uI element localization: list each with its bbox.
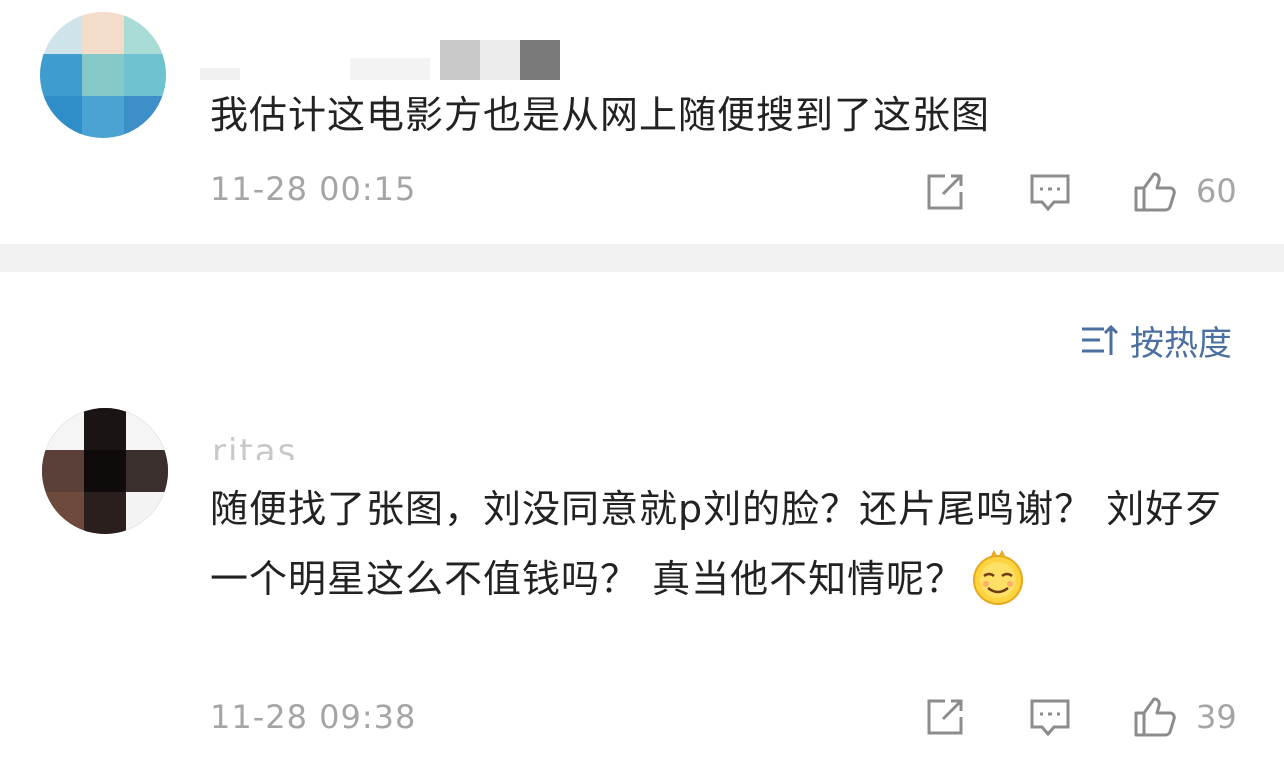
like-count: 39 [1196, 698, 1237, 736]
comment-text: 随便找了张图，刘没同意就p刘的脸？还片尾鸣谢？ 刘好歹一个明星这么不值钱吗？ 真… [210, 474, 1250, 614]
comment-timestamp: 11-28 09:38 [210, 698, 417, 736]
avatar[interactable] [42, 408, 168, 534]
username-text: ritas [212, 432, 298, 460]
repost-icon[interactable] [923, 695, 967, 739]
username[interactable]: ritas [212, 418, 412, 460]
comment-text-content: 随便找了张图，刘没同意就p刘的脸？还片尾鸣谢？ 刘好歹一个明星这么不值钱吗？ 真… [210, 487, 1224, 601]
smirk-emoji-icon [970, 549, 1026, 606]
thumbs-up-icon[interactable] [1132, 695, 1176, 739]
comment-icon[interactable] [1028, 695, 1072, 739]
comment-item-content: ritas 随便找了张图，刘没同意就p刘的脸？还片尾鸣谢？ 刘好歹一个明星这么不… [0, 0, 1284, 737]
